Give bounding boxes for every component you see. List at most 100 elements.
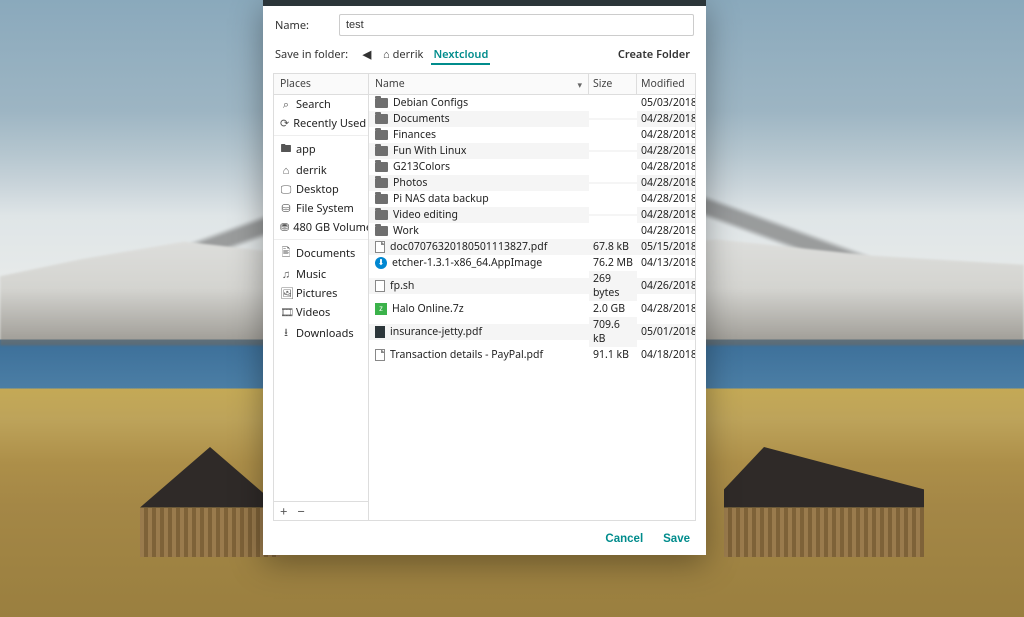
place-documents[interactable]: 🖹Documents — [274, 239, 368, 265]
create-folder-button[interactable]: Create Folder — [614, 44, 694, 65]
place-label: Desktop — [296, 182, 339, 197]
file-size-cell: 709.6 kB — [589, 317, 637, 347]
file-size-cell — [589, 214, 637, 216]
file-modified-cell: 04/28/2018 — [637, 175, 695, 191]
column-header-modified[interactable]: Modified — [637, 74, 695, 94]
disk-icon: ⛁ — [280, 201, 292, 216]
file-size-cell: 76.2 MB — [589, 255, 637, 271]
place-recently-used[interactable]: ⟳Recently Used — [274, 114, 368, 133]
folder-icon — [375, 130, 388, 140]
file-name-cell: Documents — [369, 111, 589, 127]
home-icon: ⌂ — [383, 47, 390, 62]
file-size-cell: 91.1 kB — [589, 347, 637, 363]
place-music[interactable]: ♫Music — [274, 265, 368, 284]
path-back-button[interactable]: ◀ — [359, 47, 375, 62]
z7-icon: z — [375, 303, 387, 315]
file-name-label: Pi NAS data backup — [393, 192, 489, 206]
place-label: Downloads — [296, 326, 354, 341]
file-name-label: Fun With Linux — [393, 144, 466, 158]
file-row[interactable]: Documents04/28/2018 — [369, 111, 695, 127]
place-label: Videos — [296, 305, 330, 320]
place-label: 480 GB Volume — [293, 220, 368, 235]
folder-icon — [375, 146, 388, 156]
file-row[interactable]: Fun With Linux 04/28/2018 — [369, 143, 695, 159]
column-header-size[interactable]: Size — [589, 74, 637, 94]
place-label: Pictures — [296, 286, 337, 301]
folder-icon — [375, 162, 388, 172]
file-name-cell: Video editing — [369, 207, 589, 223]
file-name-cell: ⬇etcher-1.3.1-x86_64.AppImage — [369, 255, 589, 271]
file-name-cell: insurance-jetty.pdf — [369, 324, 589, 340]
file-name-label: Photos — [393, 176, 427, 190]
file-name-label: insurance-jetty.pdf — [390, 325, 482, 339]
file-row[interactable]: G213Colors04/28/2018 — [369, 159, 695, 175]
cancel-button[interactable]: Cancel — [605, 533, 643, 545]
breadcrumb-parent[interactable]: ⌂ derrik — [381, 45, 425, 64]
file-size-cell — [589, 134, 637, 136]
documents-icon: 🖹 — [280, 244, 292, 263]
file-row[interactable]: Debian Configs05/03/2018 — [369, 95, 695, 111]
file-modified-cell: 04/28/2018 — [637, 301, 695, 317]
places-list: ⌕Search⟳Recently Used 🖿app⌂derrik 🖵 Desktop… — [274, 95, 368, 501]
file-name-label: G213Colors — [393, 160, 450, 174]
pdf-icon — [375, 349, 385, 361]
place-pictures[interactable]: 🖼Pictures — [274, 284, 368, 303]
file-modified-cell: 05/01/2018 — [637, 324, 695, 340]
sh-icon — [375, 280, 385, 292]
file-row[interactable]: insurance-jetty.pdf 709.6 kB05/01/2018 — [369, 317, 695, 347]
file-row[interactable]: Transaction details - PayPal.pdf91.1 kB0… — [369, 347, 695, 363]
file-row[interactable]: doc07076320180501113827.pdf67.8 kB05/15/… — [369, 239, 695, 255]
place-videos[interactable]: 🎞 Videos — [274, 303, 368, 322]
file-row[interactable]: z Halo Online.7z 2.0 GB04/28/2018 — [369, 301, 695, 317]
place-derrik[interactable]: ⌂derrik — [274, 161, 368, 180]
filename-input[interactable] — [339, 14, 694, 36]
folder-icon: 🖿 — [280, 140, 292, 159]
save-in-label: Save in folder: — [275, 47, 353, 62]
file-name-cell: doc07076320180501113827.pdf — [369, 239, 589, 255]
places-remove-button[interactable]: − — [297, 504, 304, 518]
place-480-gb-volume[interactable]: ⛃480 GB Volume — [274, 218, 368, 237]
file-name-label: Debian Configs — [393, 96, 468, 110]
downloads-icon: ⭳ — [280, 324, 292, 343]
place-label: Recently Used — [293, 116, 366, 131]
file-row[interactable]: Video editing 04/28/2018 — [369, 207, 695, 223]
file-row[interactable]: fp.sh269 bytes04/26/2018 — [369, 271, 695, 301]
file-modified-cell: 04/28/2018 — [637, 223, 695, 239]
places-header: Places — [274, 74, 368, 95]
files-list: Debian Configs05/03/2018Documents04/28/2… — [369, 95, 695, 520]
place-downloads[interactable]: ⭳ Downloads — [274, 322, 368, 345]
file-size-cell: 2.0 GB — [589, 301, 637, 317]
file-modified-cell: 04/28/2018 — [637, 207, 695, 223]
file-modified-cell: 04/13/2018 — [637, 255, 695, 271]
name-label: Name: — [275, 18, 331, 33]
place-desktop[interactable]: 🖵 Desktop — [274, 180, 368, 199]
file-size-cell — [589, 230, 637, 232]
column-header-name[interactable]: Name ▾ — [369, 74, 589, 94]
place-file-system[interactable]: ⛁ File System — [274, 199, 368, 218]
file-row[interactable]: Pi NAS data backup04/28/2018 — [369, 191, 695, 207]
file-modified-cell: 04/28/2018 — [637, 127, 695, 143]
place-app[interactable]: 🖿app — [274, 135, 368, 161]
pdf-icon — [375, 241, 385, 253]
place-label: Music — [296, 267, 326, 282]
file-row[interactable]: Finances04/28/2018 — [369, 127, 695, 143]
breadcrumb-current[interactable]: Nextcloud — [431, 45, 490, 65]
file-modified-cell: 04/18/2018 — [637, 347, 695, 363]
sort-indicator-icon: ▾ — [577, 78, 582, 91]
file-row[interactable]: ⬇etcher-1.3.1-x86_64.AppImage76.2 MB04/1… — [369, 255, 695, 271]
file-modified-cell: 04/28/2018 — [637, 143, 695, 159]
folder-icon — [375, 210, 388, 220]
videos-icon: 🎞 — [280, 305, 292, 320]
file-row[interactable]: Photos 04/28/2018 — [369, 175, 695, 191]
save-button[interactable]: Save — [663, 533, 690, 545]
files-pane: Name ▾ Size Modified Debian Configs05/03… — [369, 74, 695, 520]
place-search[interactable]: ⌕Search — [274, 95, 368, 114]
file-name-label: Halo Online.7z — [392, 302, 464, 316]
file-size-cell — [589, 118, 637, 120]
desktop-icon: 🖵 — [280, 182, 292, 197]
place-label: File System — [296, 201, 354, 216]
folder-icon — [375, 178, 388, 188]
file-name-label: etcher-1.3.1-x86_64.AppImage — [392, 256, 542, 270]
places-add-button[interactable]: + — [280, 504, 287, 518]
file-row[interactable]: Work04/28/2018 — [369, 223, 695, 239]
